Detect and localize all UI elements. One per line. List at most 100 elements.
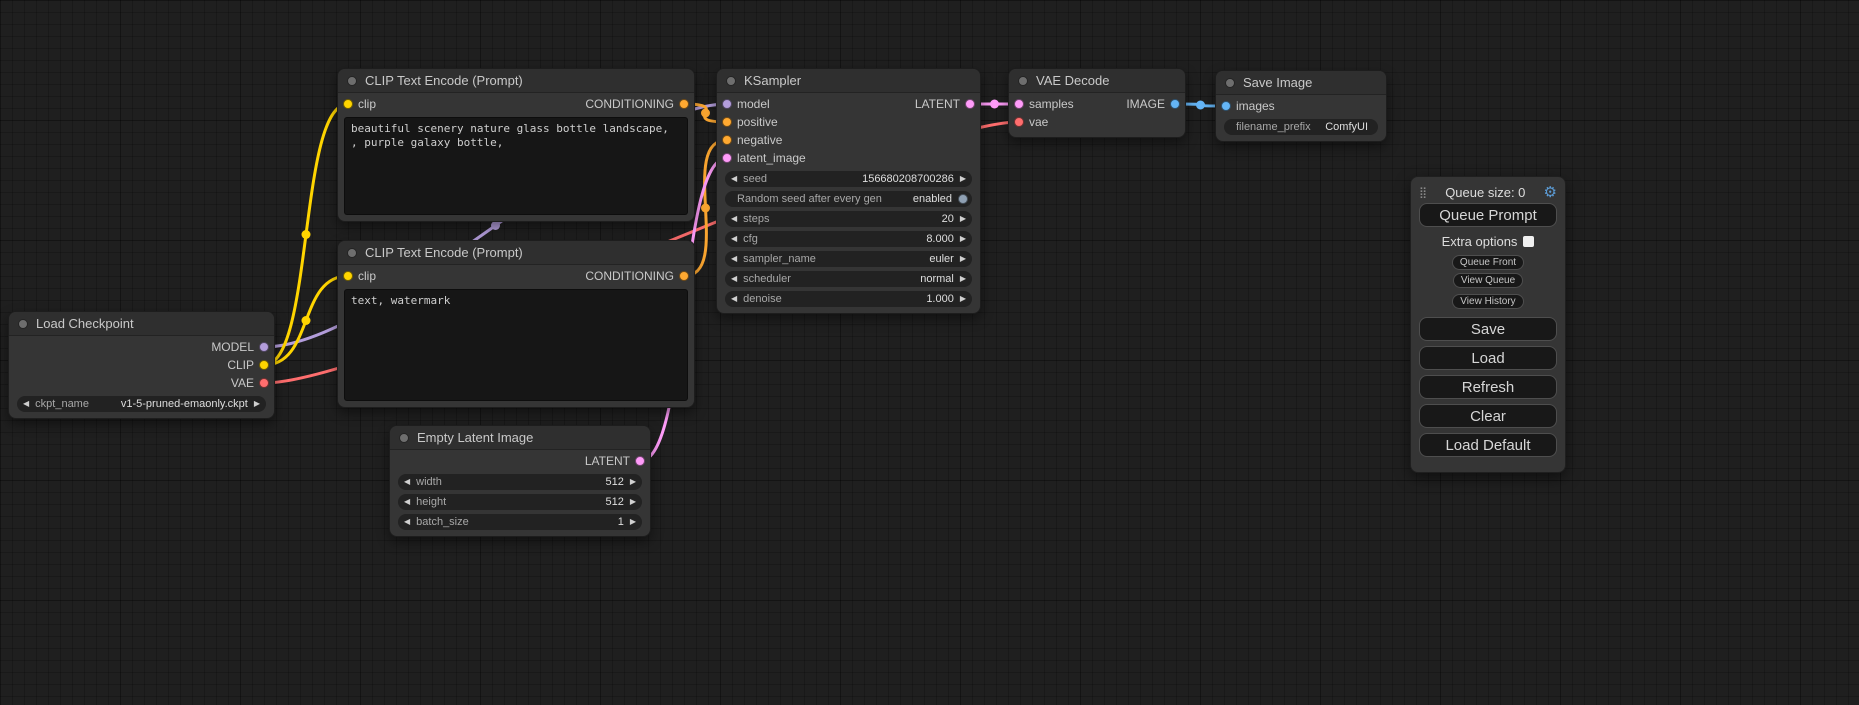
- output-dot-conditioning[interactable]: [679, 99, 689, 109]
- collapse-dot-icon[interactable]: [347, 248, 357, 258]
- widget-seed[interactable]: ◀ seed 156680208700286 ▶: [725, 171, 972, 187]
- output-dot-latent[interactable]: [965, 99, 975, 109]
- link-midpoint-dot[interactable]: [990, 100, 999, 109]
- load-default-button[interactable]: Load Default: [1419, 433, 1557, 457]
- next-value-arrow-icon[interactable]: ▶: [954, 211, 972, 227]
- positive-prompt-textarea[interactable]: beautiful scenery nature glass bottle la…: [344, 117, 688, 215]
- input-dot-negative[interactable]: [722, 135, 732, 145]
- link-midpoint-dot[interactable]: [491, 221, 500, 230]
- prev-value-arrow-icon[interactable]: ◀: [725, 291, 743, 307]
- input-dot-clip[interactable]: [343, 271, 353, 281]
- collapse-dot-icon[interactable]: [1225, 78, 1235, 88]
- output-dot-latent[interactable]: [635, 456, 645, 466]
- widget-cfg[interactable]: ◀ cfg 8.000 ▶: [725, 231, 972, 247]
- load-button[interactable]: Load: [1419, 346, 1557, 370]
- collapse-dot-icon[interactable]: [399, 433, 409, 443]
- negative-prompt-textarea[interactable]: text, watermark: [344, 289, 688, 401]
- widget-batch-size[interactable]: ◀ batch_size 1 ▶: [398, 514, 642, 530]
- output-dot-vae[interactable]: [259, 378, 269, 388]
- prev-value-arrow-icon[interactable]: ◀: [725, 171, 743, 187]
- link-midpoint-dot[interactable]: [1196, 101, 1205, 110]
- view-queue-button[interactable]: View Queue: [1453, 273, 1523, 288]
- prev-value-arrow-icon[interactable]: ◀: [725, 271, 743, 287]
- prev-value-arrow-icon[interactable]: ◀: [398, 494, 416, 510]
- widget-ckpt-name[interactable]: ◀ ckpt_name v1-5-pruned-emaonly.ckpt ▶: [17, 396, 266, 412]
- node-title-bar[interactable]: VAE Decode: [1009, 69, 1185, 93]
- next-value-arrow-icon[interactable]: ▶: [248, 396, 266, 412]
- prev-value-arrow-icon[interactable]: ◀: [725, 231, 743, 247]
- widget-height[interactable]: ◀ height 512 ▶: [398, 494, 642, 510]
- output-dot-conditioning[interactable]: [679, 271, 689, 281]
- next-value-arrow-icon[interactable]: ▶: [954, 251, 972, 267]
- input-dot-samples[interactable]: [1014, 99, 1024, 109]
- node-clip-text-encode-negative[interactable]: CLIP Text Encode (Prompt) clip CONDITION…: [337, 240, 695, 408]
- refresh-button[interactable]: Refresh: [1419, 375, 1557, 399]
- link-midpoint-dot[interactable]: [701, 204, 710, 213]
- collapse-dot-icon[interactable]: [18, 319, 28, 329]
- prev-value-arrow-icon[interactable]: ◀: [17, 396, 35, 412]
- widget-random-seed-toggle[interactable]: Random seed after every gen enabled: [725, 191, 972, 207]
- widget-scheduler[interactable]: ◀ scheduler normal ▶: [725, 271, 972, 287]
- node-title-bar[interactable]: CLIP Text Encode (Prompt): [338, 69, 694, 93]
- widget-filename-prefix[interactable]: filename_prefix ComfyUI: [1224, 119, 1378, 135]
- next-value-arrow-icon[interactable]: ▶: [954, 231, 972, 247]
- widget-steps[interactable]: ◀ steps 20 ▶: [725, 211, 972, 227]
- prev-value-arrow-icon[interactable]: ◀: [398, 514, 416, 530]
- node-title-bar[interactable]: Empty Latent Image: [390, 426, 650, 450]
- node-save-image[interactable]: Save Image images filename_prefix ComfyU…: [1215, 70, 1387, 142]
- slot-label: clip: [358, 267, 376, 285]
- node-clip-text-encode-positive[interactable]: CLIP Text Encode (Prompt) clip CONDITION…: [337, 68, 695, 222]
- next-value-arrow-icon[interactable]: ▶: [954, 171, 972, 187]
- node-load-checkpoint[interactable]: Load Checkpoint MODEL CLIP VAE ◀ ckpt_na…: [8, 311, 275, 419]
- input-dot-clip[interactable]: [343, 99, 353, 109]
- queue-front-button[interactable]: Queue Front: [1452, 255, 1524, 270]
- settings-gear-icon[interactable]: ⚙: [1544, 183, 1557, 201]
- next-value-arrow-icon[interactable]: ▶: [954, 271, 972, 287]
- output-slot-clip: CLIP: [9, 356, 274, 374]
- link-midpoint-dot[interactable]: [701, 109, 710, 118]
- prev-value-arrow-icon[interactable]: ◀: [398, 474, 416, 490]
- input-dot-vae[interactable]: [1014, 117, 1024, 127]
- collapse-dot-icon[interactable]: [347, 76, 357, 86]
- next-value-arrow-icon[interactable]: ▶: [624, 514, 642, 530]
- save-button[interactable]: Save: [1419, 317, 1557, 341]
- input-dot-positive[interactable]: [722, 117, 732, 127]
- collapse-dot-icon[interactable]: [1018, 76, 1028, 86]
- next-value-arrow-icon[interactable]: ▶: [624, 474, 642, 490]
- view-history-button[interactable]: View History: [1452, 294, 1523, 309]
- prev-value-arrow-icon[interactable]: ◀: [725, 251, 743, 267]
- node-ksampler[interactable]: KSampler model LATENT positive negative …: [716, 68, 981, 314]
- input-slot-latent-image: latent_image: [717, 149, 980, 167]
- extra-options-row: Extra options: [1419, 232, 1557, 250]
- next-value-arrow-icon[interactable]: ▶: [954, 291, 972, 307]
- output-dot-clip[interactable]: [259, 360, 269, 370]
- widget-name: sampler_name: [743, 251, 816, 267]
- node-graph-canvas[interactable]: Load Checkpoint MODEL CLIP VAE ◀ ckpt_na…: [0, 0, 1859, 705]
- queue-prompt-button[interactable]: Queue Prompt: [1419, 203, 1557, 227]
- collapse-dot-icon[interactable]: [726, 76, 736, 86]
- node-title-bar[interactable]: Load Checkpoint: [9, 312, 274, 336]
- link-midpoint-dot[interactable]: [302, 316, 311, 325]
- output-dot-image[interactable]: [1170, 99, 1180, 109]
- prev-value-arrow-icon[interactable]: ◀: [725, 211, 743, 227]
- extra-options-checkbox[interactable]: [1523, 236, 1534, 247]
- output-dot-model[interactable]: [259, 342, 269, 352]
- widget-sampler-name[interactable]: ◀ sampler_name euler ▶: [725, 251, 972, 267]
- node-title-bar[interactable]: Save Image: [1216, 71, 1386, 95]
- drag-handle-icon[interactable]: ⣿: [1419, 186, 1427, 199]
- slot-label: VAE: [231, 374, 254, 392]
- input-dot-model[interactable]: [722, 99, 732, 109]
- clear-button[interactable]: Clear: [1419, 404, 1557, 428]
- input-dot-latent-image[interactable]: [722, 153, 732, 163]
- node-title-bar[interactable]: KSampler: [717, 69, 980, 93]
- node-vae-decode[interactable]: VAE Decode samples IMAGE vae: [1008, 68, 1186, 138]
- slot-label: model: [737, 95, 770, 113]
- widget-width[interactable]: ◀ width 512 ▶: [398, 474, 642, 490]
- next-value-arrow-icon[interactable]: ▶: [624, 494, 642, 510]
- node-title-bar[interactable]: CLIP Text Encode (Prompt): [338, 241, 694, 265]
- widget-denoise[interactable]: ◀ denoise 1.000 ▶: [725, 291, 972, 307]
- link-midpoint-dot[interactable]: [302, 230, 311, 239]
- input-dot-images[interactable]: [1221, 101, 1231, 111]
- toggle-indicator-icon[interactable]: [958, 194, 968, 204]
- node-empty-latent-image[interactable]: Empty Latent Image LATENT ◀ width 512 ▶ …: [389, 425, 651, 537]
